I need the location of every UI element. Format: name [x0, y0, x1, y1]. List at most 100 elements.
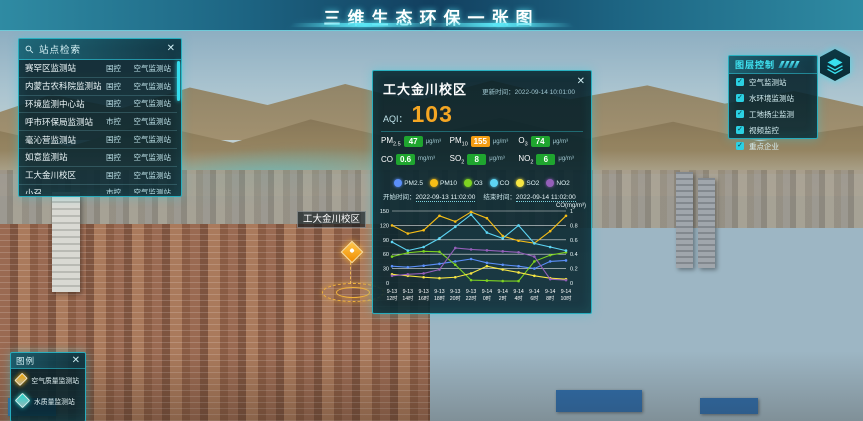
station-row[interactable]: 内蒙古农科院监测站国控空气监测站	[19, 78, 177, 96]
layer-label: 空气监测站	[749, 77, 787, 88]
legend-label: O3	[474, 180, 483, 187]
station-level: 市控	[101, 187, 121, 194]
svg-text:9-14: 9-14	[513, 289, 523, 295]
station-level: 国控	[101, 63, 121, 74]
station-level: 市控	[101, 116, 121, 127]
station-row[interactable]: 呼市环保局监测站市控空气监测站	[19, 113, 177, 131]
station-name: 工大金川校区	[25, 169, 101, 181]
station-name: 小召	[25, 187, 101, 194]
station-type: 空气监测站	[121, 98, 171, 109]
svg-text:0.8: 0.8	[570, 223, 578, 229]
layer-panel-title: 图层控制	[735, 58, 775, 71]
start-time: 开始时间：2022-09-13 11:02:00	[383, 191, 475, 201]
legend-label: SO2	[526, 180, 539, 187]
pollutant-unit: μg/m³	[493, 139, 508, 145]
close-icon[interactable]: ✕	[167, 44, 175, 54]
legend-label: PM2.5	[404, 180, 423, 187]
station-level: 国控	[101, 81, 121, 92]
svg-text:14时: 14时	[402, 294, 413, 302]
svg-text:22时: 22时	[466, 294, 477, 302]
pollutant-name: O3	[518, 136, 527, 148]
station-level: 国控	[101, 98, 121, 109]
checkbox-checked-icon[interactable]: ✓	[736, 94, 744, 102]
legend-item[interactable]: PM10	[430, 179, 457, 187]
station-type: 空气监测站	[121, 81, 171, 92]
layer-label: 重点企业	[749, 141, 779, 152]
legend-entry: 空气质量监测站	[11, 369, 85, 390]
station-type: 空气监测站	[121, 63, 171, 74]
svg-text:9-14: 9-14	[545, 289, 555, 295]
layer-item[interactable]: ✓视频监控	[729, 122, 817, 138]
station-row[interactable]: 工大金川校区国控空气监测站	[19, 167, 177, 185]
marker-connector	[350, 262, 351, 284]
legend-item[interactable]: NO2	[546, 179, 569, 187]
pollutant-value-badge: 155	[471, 136, 490, 147]
legend-dot-icon	[464, 179, 472, 187]
svg-text:90: 90	[383, 238, 389, 244]
layer-item[interactable]: ✓ 空气监测站	[729, 74, 817, 90]
popup-header: 工大金川校区 更新时间：2022-09-14 10:01:00	[383, 79, 583, 98]
svg-text:0.4: 0.4	[570, 252, 578, 258]
legend-item[interactable]: O3	[464, 179, 483, 187]
legend-item[interactable]: PM2.5	[394, 179, 423, 187]
header-stripes-decoration	[780, 61, 798, 68]
svg-text:20时: 20时	[450, 294, 461, 302]
station-row[interactable]: 如意监测站国控空气监测站	[19, 149, 177, 167]
checkbox-checked-icon[interactable]: ✓	[736, 142, 744, 150]
station-type: 空气监测站	[121, 116, 171, 127]
pollutant-trend-chart: 030609012015000.20.40.60.81CO(mg/m³)9-13…	[376, 201, 588, 309]
station-list-scrollbar[interactable]	[177, 61, 180, 101]
layer-control-panel: 图层控制 ✓空气监测站✓水环境监测站✓工地扬尘监测✓视频监控✓重点企业	[728, 55, 818, 139]
aqi-label: AQI：	[383, 112, 408, 125]
header-accent-right	[422, 23, 575, 27]
diamond-marker-icon	[15, 393, 31, 409]
station-row[interactable]: 小召市控空气监测站	[19, 185, 177, 194]
station-level: 国控	[101, 134, 121, 145]
checkbox-checked-icon[interactable]: ✓	[736, 126, 744, 134]
marker-label[interactable]: 工大金川校区	[297, 211, 366, 228]
station-row[interactable]: 环境监测中心站国控空气监测站	[19, 96, 177, 114]
svg-text:9-13: 9-13	[434, 289, 444, 295]
pollutant-name: CO	[381, 155, 393, 164]
svg-text:18时: 18时	[434, 294, 445, 302]
legend-dot-icon	[516, 179, 524, 187]
svg-text:9-13: 9-13	[466, 289, 476, 295]
legend-dot-icon	[394, 179, 402, 187]
layer-item[interactable]: ✓ 重点企业	[729, 138, 817, 154]
layer-item[interactable]: ✓工地扬尘监测	[729, 106, 817, 122]
legend-item[interactable]: CO	[490, 179, 510, 187]
checkbox-checked-icon[interactable]: ✓	[736, 78, 744, 86]
close-icon[interactable]: ✕	[577, 77, 585, 87]
svg-text:0.6: 0.6	[570, 238, 578, 244]
station-name: 内蒙古农科院监测站	[25, 80, 101, 92]
station-name: 赛罕区监测站	[25, 62, 101, 74]
station-row[interactable]: 赛罕区监测站国控空气监测站	[19, 60, 177, 78]
svg-text:120: 120	[380, 223, 389, 229]
svg-text:9-14: 9-14	[529, 289, 539, 295]
svg-text:9-13: 9-13	[387, 289, 397, 295]
end-time: 结束时间：2022-09-14 11:02:00	[483, 191, 575, 201]
svg-text:6时: 6时	[530, 294, 538, 302]
map-grey-tower-2	[698, 178, 715, 268]
layers-hexagon-button[interactable]	[820, 49, 850, 81]
svg-text:150: 150	[380, 209, 389, 215]
station-row[interactable]: 毫沁营监测站国控空气监测站	[19, 131, 177, 149]
pollutant-value-badge: 47	[404, 136, 423, 147]
station-level: 国控	[101, 170, 121, 181]
layer-list: ✓空气监测站✓水环境监测站✓工地扬尘监测✓视频监控✓重点企业	[729, 74, 817, 154]
close-icon[interactable]: ✕	[72, 356, 80, 366]
svg-text:0.2: 0.2	[570, 267, 578, 273]
pollutant-cell: PM10155μg/m³	[450, 136, 519, 148]
svg-text:0时: 0时	[483, 294, 491, 302]
legend-panel-header: 图例 ✕	[11, 353, 85, 369]
svg-text:12时: 12时	[387, 294, 398, 302]
station-panel-header: 站点检索 ✕	[19, 39, 181, 60]
legend-item[interactable]: SO2	[516, 179, 539, 187]
svg-text:0: 0	[386, 281, 389, 287]
station-type: 空气监测站	[121, 134, 171, 145]
station-name: 如意监测站	[25, 151, 101, 163]
pollutant-name: PM2.5	[381, 136, 401, 148]
checkbox-checked-icon[interactable]: ✓	[736, 110, 744, 118]
layer-item[interactable]: ✓水环境监测站	[729, 90, 817, 106]
svg-text:9-13: 9-13	[418, 289, 428, 295]
